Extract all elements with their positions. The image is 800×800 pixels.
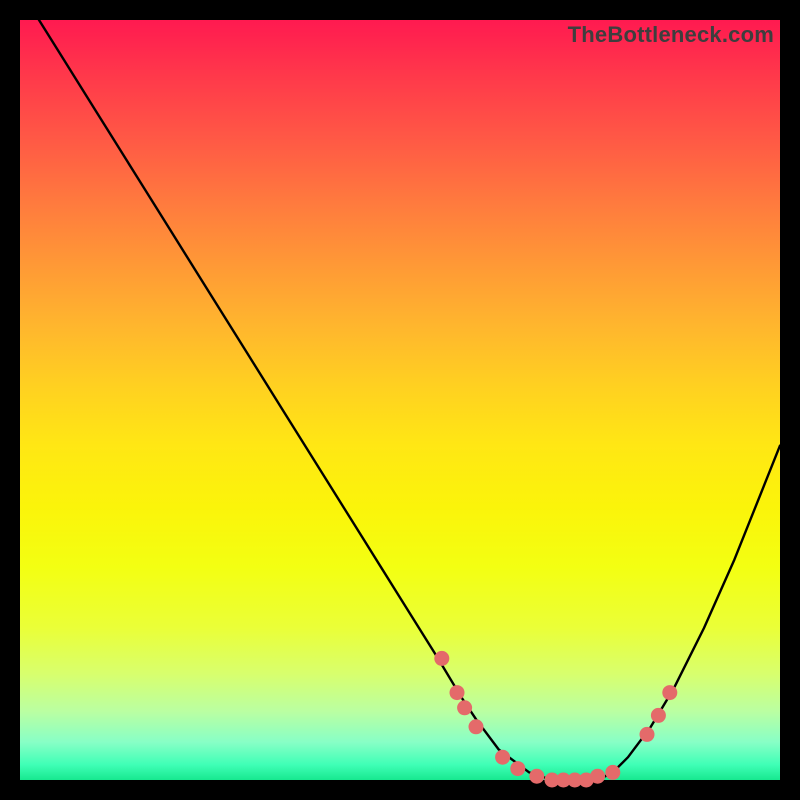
bottleneck-curve [20, 0, 780, 780]
data-dot [457, 700, 472, 715]
data-dot [662, 685, 677, 700]
watermark-text: TheBottleneck.com [568, 22, 774, 48]
data-dot [605, 765, 620, 780]
chart-frame: TheBottleneck.com [20, 20, 780, 780]
chart-svg [20, 20, 780, 780]
data-dot [640, 727, 655, 742]
data-dot [529, 769, 544, 784]
data-dot [590, 769, 605, 784]
data-dot [510, 761, 525, 776]
data-dots [434, 651, 677, 788]
data-dot [495, 750, 510, 765]
data-dot [651, 708, 666, 723]
data-dot [469, 719, 484, 734]
data-dot [450, 685, 465, 700]
data-dot [434, 651, 449, 666]
